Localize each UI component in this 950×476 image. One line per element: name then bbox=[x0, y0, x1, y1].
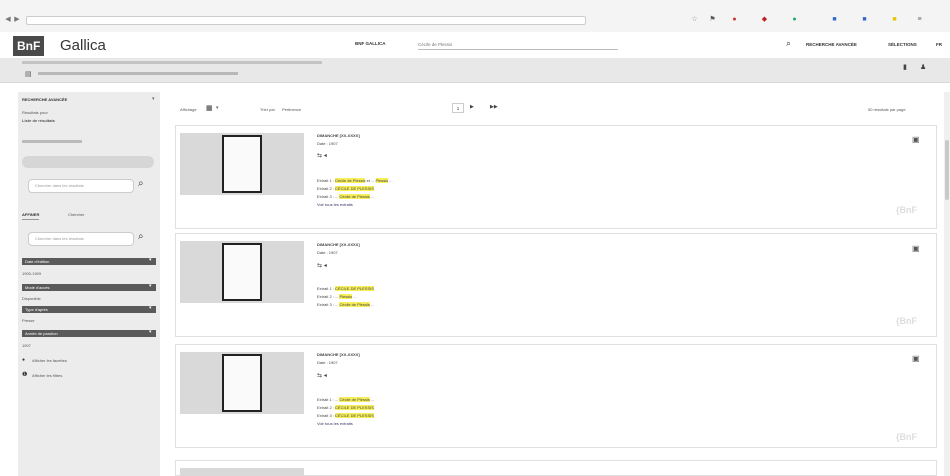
extension-icon[interactable]: ◆ bbox=[760, 15, 769, 24]
result-title[interactable]: DIMANCHE [XX-XXXX] bbox=[317, 352, 360, 357]
forward-icon[interactable]: ▶ bbox=[13, 15, 21, 25]
result-extract: Extrait 2 : ... Plessis ... bbox=[317, 294, 357, 299]
results-count: Liste de résultats bbox=[22, 118, 55, 123]
bnf-watermark: {BnF bbox=[896, 316, 917, 326]
star-icon[interactable]: ☆ bbox=[690, 15, 699, 24]
chevron-down-icon[interactable]: ▾ bbox=[149, 257, 152, 263]
share-icon[interactable]: ⇆ ◂ bbox=[317, 372, 327, 379]
extension-icon[interactable]: ● bbox=[730, 15, 739, 24]
language-link[interactable]: FR bbox=[936, 42, 942, 47]
per-page-select[interactable]: 50 résultats par page bbox=[868, 107, 906, 112]
chevron-down-icon[interactable]: ▾ bbox=[149, 283, 152, 289]
document-icon[interactable]: ▣ bbox=[912, 354, 920, 363]
facet-header[interactable]: Mode d'accès bbox=[22, 284, 156, 291]
sidebar-title: RECHERCHE AVANCÉE bbox=[22, 97, 68, 102]
result-extract: Extrait 3 : ... Cécile de Plessis ... bbox=[317, 194, 375, 199]
display-label: Affichage bbox=[180, 107, 197, 112]
search-scope-select[interactable]: BNF GALLICA bbox=[355, 41, 386, 46]
print-icon[interactable]: ▮ bbox=[903, 63, 907, 71]
see-all-extracts-link[interactable]: Voir tous les extraits bbox=[317, 202, 353, 207]
facet-header[interactable]: Date d'édition bbox=[22, 258, 156, 265]
newspaper-thumbnail[interactable] bbox=[222, 135, 262, 193]
bnf-watermark: {BnF bbox=[896, 432, 917, 442]
advanced-search-link[interactable]: RECHERCHE AVANCÉE bbox=[806, 42, 857, 47]
document-icon[interactable]: ▣ bbox=[912, 135, 920, 144]
see-all-extracts-link[interactable]: Voir tous les extraits bbox=[317, 421, 353, 426]
menu-icon[interactable]: ≡ bbox=[915, 15, 924, 24]
page-input[interactable]: 1 bbox=[452, 103, 464, 113]
search-icon[interactable]: ⌕ bbox=[138, 231, 144, 242]
user-icon[interactable]: ♟ bbox=[920, 63, 926, 71]
breadcrumb bbox=[22, 61, 322, 64]
document-icon[interactable]: ▣ bbox=[912, 244, 920, 253]
extension-icon[interactable]: ● bbox=[790, 15, 799, 24]
address-bar[interactable] bbox=[26, 16, 586, 25]
share-icon[interactable]: ⇆ ◂ bbox=[317, 152, 327, 159]
result-extract: Extrait 3 : ... Cécile de Plessis ... bbox=[317, 302, 375, 307]
search-icon[interactable]: ⌕ bbox=[786, 38, 791, 49]
query-label: Résultats pour bbox=[22, 110, 48, 115]
gallica-logo-text[interactable]: Gallica bbox=[60, 37, 106, 55]
tab-search[interactable]: Chercher bbox=[68, 212, 84, 217]
back-icon[interactable]: ◀ bbox=[4, 15, 12, 25]
bnf-watermark: {BnF bbox=[896, 205, 917, 215]
result-title[interactable]: DIMANCHE [XX-XXXX] bbox=[317, 133, 360, 138]
bnf-logo[interactable]: BnF bbox=[13, 36, 45, 56]
library-icon: ▤ bbox=[25, 71, 32, 78]
chevron-down-icon[interactable]: ▾ bbox=[152, 96, 155, 102]
result-extract: Extrait 2 : CÉCILE DE PLESSIS bbox=[317, 405, 374, 410]
facet-header[interactable]: Type d'après bbox=[22, 306, 156, 313]
result-extract: Extrait 2 : CÉCILE DE PLESSIS bbox=[317, 186, 374, 191]
extension-icon[interactable]: ■ bbox=[860, 15, 869, 24]
extension-icon[interactable]: ■ bbox=[890, 15, 899, 24]
chevron-down-icon[interactable]: ▾ bbox=[149, 329, 152, 335]
pagination-last-icon[interactable]: ▶▶ bbox=[490, 104, 498, 110]
result-date: Date : 1907 bbox=[317, 250, 338, 255]
chevron-down-icon[interactable]: ▾ bbox=[216, 105, 219, 111]
page-title bbox=[38, 72, 238, 75]
facet-value[interactable]: 1900-1909 bbox=[22, 271, 41, 276]
scrollbar-thumb[interactable] bbox=[945, 140, 949, 200]
extension-icon[interactable]: ■ bbox=[830, 15, 839, 24]
result-date: Date : 1907 bbox=[317, 360, 338, 365]
result-thumbnail[interactable] bbox=[180, 468, 304, 476]
show-facets-link[interactable]: Afficher les facettes bbox=[32, 358, 67, 363]
result-date: Date : 1907 bbox=[317, 141, 338, 146]
result-extract: Extrait 1 : Cécile de Plessis et ... Ple… bbox=[317, 178, 393, 183]
active-filter-chip[interactable] bbox=[22, 156, 154, 168]
filter-input[interactable]: Chercher dans les résultats bbox=[28, 179, 134, 193]
show-filters-link[interactable]: Afficher les filtres bbox=[32, 373, 62, 378]
result-title[interactable]: DIMANCHE [XX-XXXX] bbox=[317, 242, 360, 247]
section-label bbox=[22, 140, 82, 143]
newspaper-thumbnail[interactable] bbox=[222, 354, 262, 412]
facet-value[interactable]: Presse bbox=[22, 318, 34, 323]
plus-icon: ● bbox=[22, 357, 26, 363]
result-extract: Extrait 1 : ... Cécile de Plessis ... bbox=[317, 397, 375, 402]
chevron-down-icon[interactable]: ▾ bbox=[149, 305, 152, 311]
sort-label: Trier par bbox=[260, 107, 275, 112]
info-icon: ❶ bbox=[22, 372, 28, 378]
share-icon[interactable]: ⇆ ◂ bbox=[317, 262, 327, 269]
bookmark-icon[interactable]: ⚑ bbox=[708, 15, 717, 24]
facet-header[interactable]: Année de parution bbox=[22, 330, 156, 337]
facet-value[interactable]: 1907 bbox=[22, 343, 31, 348]
result-extract: Extrait 3 : CÉCILE DE PLESSIS bbox=[317, 413, 374, 418]
selections-link[interactable]: SÉLECTIONS bbox=[888, 42, 917, 47]
tab-refine[interactable]: AFFINER bbox=[22, 212, 40, 220]
facet-value[interactable]: Disponible bbox=[22, 296, 41, 301]
newspaper-thumbnail[interactable] bbox=[222, 243, 262, 301]
grid-view-icon[interactable]: ▦ bbox=[206, 104, 213, 112]
search-within-input[interactable]: Chercher dans les résultats bbox=[28, 232, 134, 246]
search-input[interactable]: Cécile de Plessis bbox=[418, 40, 618, 50]
pagination-next-icon[interactable]: ▶ bbox=[470, 104, 474, 110]
result-extract: Extrait 1 : CÉCILE DE PLESSIS bbox=[317, 286, 374, 291]
sort-select[interactable]: Pertinence bbox=[282, 107, 301, 112]
search-icon[interactable]: ⌕ bbox=[138, 178, 144, 189]
